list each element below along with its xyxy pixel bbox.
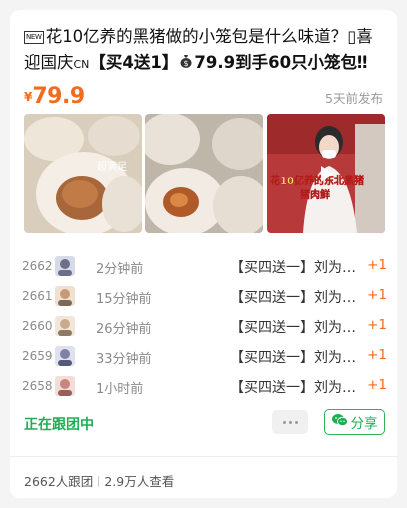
order-row[interactable]: 2659 33分钟前 【买四送一】刘为… +1 [20,346,387,368]
more-dot-icon [288,420,292,424]
product-title[interactable]: NEW 花10亿养的黑猪做的小笼包是什么味道？▯喜迎国庆CN【买4送1】 $79.9… [24,24,384,76]
price: ¥79.9 [24,84,85,109]
order-row[interactable]: 2661 15分钟前 【买四送一】刘为… +1 [20,286,387,308]
separator [98,476,100,487]
new-badge-icon: NEW [24,31,44,44]
joined-count: 2662人跟团 [24,474,94,489]
avatar [55,316,75,336]
image-gallery: 超满足 花10亿养的东北黑猪 猪肉鲜 [24,114,385,233]
share-button[interactable]: 分享 [324,409,385,435]
video-overlay-text-2: 猪肉鲜 [299,188,330,201]
product-image-1[interactable]: 超满足 [24,114,142,233]
avatar [55,346,75,366]
view-count: 2.9万人查看 [104,474,175,489]
footer-stats: 2662人跟团 2.9万人查看 [24,471,174,490]
avatar [55,376,75,396]
group-buy-card[interactable]: NEW 花10亿养的黑猪做的小笼包是什么味道？▯喜迎国庆CN【买4送1】 $79.9… [10,10,397,498]
order-row[interactable]: 2660 26分钟前 【买四送一】刘为… +1 [20,316,387,338]
more-dot-icon [282,420,286,424]
video-overlay-text-1: 花10亿养的东北黑猪 [270,174,364,187]
video-thumbnail[interactable]: 花10亿养的东北黑猪 猪肉鲜 [267,114,385,233]
svg-text:$: $ [184,59,189,68]
avatar [55,286,75,306]
wechat-icon [331,413,348,431]
product-image-2[interactable] [145,114,263,233]
avatar [55,256,75,276]
more-dot-icon [294,420,298,424]
play-icon[interactable] [321,165,333,182]
order-row[interactable]: 2658 1小时前 【买四送一】刘为… +1 [20,376,387,398]
group-status: 正在跟团中 [24,417,94,433]
publish-time: 5天前发布 [325,91,383,106]
money-bag-icon: $ [178,51,194,76]
order-row[interactable]: 2662 2分钟前 【买四送一】刘为… +1 [20,256,387,278]
share-label: 分享 [350,416,378,432]
more-button[interactable] [272,410,308,434]
unsupported-glyph-icon: ▯ [347,27,357,46]
divider [10,456,397,457]
image-overlay-text: 超满足 [97,160,127,173]
